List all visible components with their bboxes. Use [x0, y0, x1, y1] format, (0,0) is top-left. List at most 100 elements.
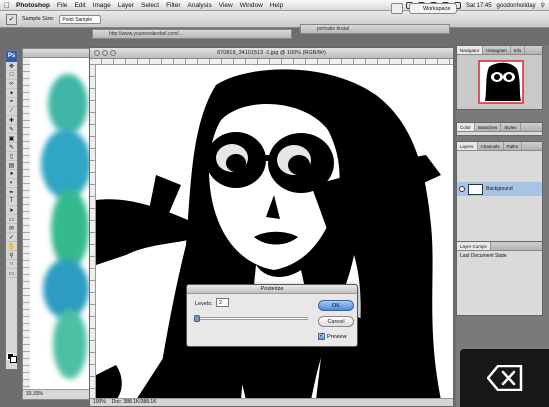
tab-info[interactable]: Info — [511, 46, 526, 54]
layer-row-background[interactable]: Background — [457, 182, 542, 196]
tab-histogram[interactable]: Histogram — [483, 46, 511, 54]
hand-tool-icon[interactable]: ✋ — [6, 242, 17, 251]
levels-slider[interactable] — [194, 315, 308, 322]
quick-mask-icon[interactable]: ○ — [6, 260, 17, 269]
menu-analysis[interactable]: Analysis — [188, 2, 212, 9]
tab-channels[interactable]: Channels — [478, 142, 504, 150]
menu-image[interactable]: Image — [93, 2, 111, 9]
workspace-button[interactable]: Workspace — [409, 3, 457, 14]
slice-tool-icon[interactable]: ∕ — [6, 107, 17, 116]
visibility-eye-icon[interactable] — [459, 186, 465, 192]
eraser-tool-icon[interactable]: ▯ — [6, 152, 17, 161]
navigator-thumbnail[interactable] — [457, 55, 542, 109]
menu-app-name[interactable]: Photoshop — [16, 2, 50, 9]
navigator-panel: Navigator Histogram Info — [456, 45, 543, 110]
eyedropper-icon[interactable]: ✓ — [6, 233, 17, 242]
magic-wand-tool-icon[interactable]: ✦ — [6, 89, 17, 98]
horizontal-ruler — [90, 59, 453, 65]
document-status-bar: 100% Doc: 388.1K/388.1K — [90, 398, 453, 406]
navigator-tabs: Navigator Histogram Info — [457, 46, 542, 55]
cancel-button[interactable]: Cancel — [318, 316, 354, 327]
preview-checkbox[interactable]: ✓ — [318, 333, 325, 340]
color-tabs: Color Swatches Styles — [457, 123, 542, 132]
background-color-swatch[interactable] — [10, 356, 17, 363]
levels-input[interactable]: 2 — [216, 298, 229, 307]
tab-layer-comps[interactable]: Layer Comps — [457, 242, 491, 250]
tab-styles[interactable]: Styles — [501, 123, 521, 131]
zoom-window-icon[interactable] — [110, 50, 116, 56]
layers-tabs: Layers Channels Paths — [457, 142, 542, 151]
posterized-portrait-canvas[interactable] — [96, 65, 454, 400]
main-document-window[interactable]: 870819_34101513 -1.jpg @ 100% (RGB/8#) 1… — [89, 47, 454, 407]
menu-view[interactable]: View — [219, 2, 233, 9]
bridge-icon[interactable] — [391, 3, 403, 14]
notes-tool-icon[interactable]: ✉ — [6, 224, 17, 233]
type-tool-icon[interactable]: T — [6, 197, 17, 206]
toolbox-ps-badge: Ps — [6, 51, 17, 62]
background-window-title-right[interactable]: portraits brutal — [300, 24, 450, 34]
tab-layers[interactable]: Layers — [457, 142, 478, 150]
clock[interactable]: Sat 17:45 — [466, 3, 492, 9]
menu-layer[interactable]: Layer — [118, 2, 134, 9]
marquee-tool-icon[interactable]: □ — [6, 71, 17, 80]
history-brush-tool-icon[interactable]: ✎ — [6, 143, 17, 152]
paint-blob — [41, 129, 91, 199]
preview-option[interactable]: ✓ Preview — [318, 333, 347, 340]
tab-color[interactable]: Color — [457, 123, 475, 131]
menu-bar:  Photoshop File Edit Image Layer Select… — [0, 0, 549, 11]
clone-stamp-tool-icon[interactable]: ▣ — [6, 134, 17, 143]
spotlight-icon[interactable]: ⚲ — [541, 2, 545, 9]
gradient-tool-icon[interactable]: ▤ — [6, 161, 17, 170]
close-window-icon[interactable] — [94, 50, 100, 56]
background-window-title[interactable]: http://www.youneedarebel.com/... — [92, 29, 292, 39]
layer-comp-row[interactable]: Last Document State — [457, 251, 542, 261]
minimize-window-icon[interactable] — [102, 50, 108, 56]
paint-blob — [51, 189, 89, 269]
eyedropper-tool-icon[interactable]: ✓ — [6, 13, 17, 25]
window-controls — [94, 50, 116, 56]
document-zoom[interactable]: 100% — [93, 399, 106, 406]
document-size[interactable]: Doc: 388.1K/388.1K — [112, 399, 157, 406]
watercolor-document-titlebar[interactable] — [23, 49, 95, 58]
dialog-title: Posterize — [187, 285, 357, 294]
levels-label: Levels: — [195, 301, 213, 307]
crop-tool-icon[interactable]: ⌖ — [6, 98, 17, 107]
preview-label: Preview — [327, 333, 347, 340]
move-tool-icon[interactable]: ✥ — [6, 62, 17, 71]
sample-size-select[interactable]: Point Sample — [59, 14, 102, 24]
watercolor-zoom[interactable]: 33.33% — [23, 389, 95, 399]
pen-tool-icon[interactable]: ✒ — [6, 188, 17, 197]
path-select-tool-icon[interactable]: ➤ — [6, 206, 17, 215]
lasso-tool-icon[interactable]: ∞ — [6, 80, 17, 89]
watercolor-document-window[interactable]: 33.33% — [22, 48, 96, 400]
menu-help[interactable]: Help — [270, 2, 283, 9]
tab-paths[interactable]: Paths — [504, 142, 523, 150]
vertical-ruler — [90, 65, 96, 398]
menu-edit[interactable]: Edit — [74, 2, 85, 9]
levels-slider-handle[interactable] — [194, 315, 200, 322]
layer-comps-tabs: Layer Comps — [457, 242, 542, 251]
menu-file[interactable]: File — [57, 2, 67, 9]
user-name[interactable]: goodonholiday — [497, 3, 536, 9]
layer-name[interactable]: Background — [486, 186, 513, 192]
brush-tool-icon[interactable]: ✎ — [6, 125, 17, 134]
layer-comp-item[interactable]: Last Document State — [460, 253, 507, 259]
apple-menu-icon[interactable]:  — [4, 1, 10, 10]
tab-swatches[interactable]: Swatches — [475, 123, 502, 131]
tab-navigator[interactable]: Navigator — [457, 46, 484, 54]
blur-tool-icon[interactable]: ● — [6, 170, 17, 179]
dodge-tool-icon[interactable]: ◐ — [6, 179, 17, 188]
healing-tool-icon[interactable]: ✚ — [6, 116, 17, 125]
delete-key-overlay — [460, 349, 549, 407]
shape-tool-icon[interactable]: ▭ — [6, 215, 17, 224]
ok-button[interactable]: OK — [318, 300, 354, 311]
zoom-tool-icon[interactable]: ⚲ — [6, 251, 17, 260]
menu-filter[interactable]: Filter — [166, 2, 180, 9]
menu-window[interactable]: Window — [240, 2, 263, 9]
toolbox: Ps ✥ □ ∞ ✦ ⌖ ∕ ✚ ✎ ▣ ✎ ▯ ▤ ● ◐ ✒ T ➤ ▭ ✉… — [5, 50, 18, 370]
paint-blob — [53, 309, 87, 379]
document-titlebar[interactable]: 870819_34101513 -1.jpg @ 100% (RGB/8#) — [90, 48, 453, 59]
menu-select[interactable]: Select — [141, 2, 159, 9]
screen-mode-icon[interactable]: ▭ — [6, 269, 17, 278]
vertical-ruler — [23, 58, 30, 389]
